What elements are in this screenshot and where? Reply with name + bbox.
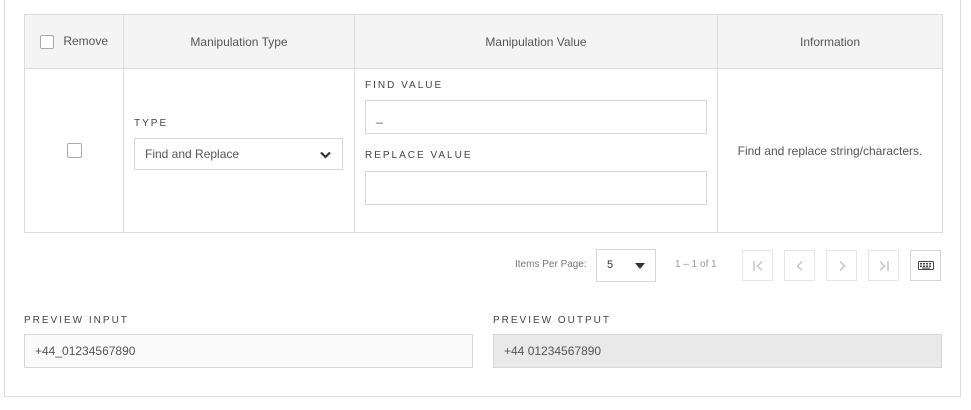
find-value-label: FIND VALUE xyxy=(365,80,444,91)
preview-input-field[interactable]: +44_01234567890 xyxy=(24,334,473,368)
preview-input-label: PREVIEW INPUT xyxy=(24,315,129,326)
value-cell: FIND VALUE _ REPLACE VALUE xyxy=(354,68,718,233)
type-select-value: Find and Replace xyxy=(145,147,240,161)
replace-value-input[interactable] xyxy=(365,171,707,205)
first-page-button[interactable] xyxy=(742,250,773,281)
chevron-right-icon xyxy=(839,260,845,271)
select-all-checkbox[interactable] xyxy=(39,34,54,49)
header-manipulation-value: Manipulation Value xyxy=(354,14,718,69)
first-page-icon xyxy=(752,260,762,271)
last-page-button[interactable] xyxy=(868,250,899,281)
items-per-page-select[interactable]: 5 xyxy=(596,249,656,282)
table-row: TYPE Find and Replace FIND VALUE _ REPLA… xyxy=(24,68,943,233)
previous-page-button[interactable] xyxy=(784,250,815,281)
header-remove: Remove xyxy=(24,14,124,69)
manipulation-table: Remove Manipulation Type Manipulation Va… xyxy=(24,14,943,233)
items-per-page-label: Items Per Page: xyxy=(515,259,587,270)
type-select[interactable]: Find and Replace xyxy=(134,138,343,170)
type-cell: TYPE Find and Replace xyxy=(123,68,355,233)
type-label: TYPE xyxy=(134,118,169,129)
keyboard-button[interactable] xyxy=(910,250,941,281)
preview-output-field: +44 01234567890 xyxy=(493,334,942,368)
remove-cell xyxy=(24,68,124,233)
header-information: Information xyxy=(717,14,943,69)
items-per-page-value: 5 xyxy=(607,259,614,271)
table-header-row: Remove Manipulation Type Manipulation Va… xyxy=(24,14,943,69)
information-text: Find and replace string/characters. xyxy=(737,143,923,158)
preview-output-label: PREVIEW OUTPUT xyxy=(493,315,612,326)
replace-value-label: REPLACE VALUE xyxy=(365,150,473,161)
keyboard-icon xyxy=(917,261,934,271)
pagination-range: 1 – 1 of 1 xyxy=(675,259,717,270)
information-cell: Find and replace string/characters. xyxy=(717,68,943,233)
find-value-input[interactable]: _ xyxy=(365,100,707,134)
caret-down-icon xyxy=(635,263,645,269)
header-manipulation-type: Manipulation Type xyxy=(123,14,355,69)
chevron-down-icon xyxy=(320,151,331,159)
chevron-left-icon xyxy=(796,260,802,271)
row-remove-checkbox[interactable] xyxy=(66,142,82,158)
header-remove-label: Remove xyxy=(63,34,109,49)
next-page-button[interactable] xyxy=(826,250,857,281)
last-page-icon xyxy=(879,260,889,271)
